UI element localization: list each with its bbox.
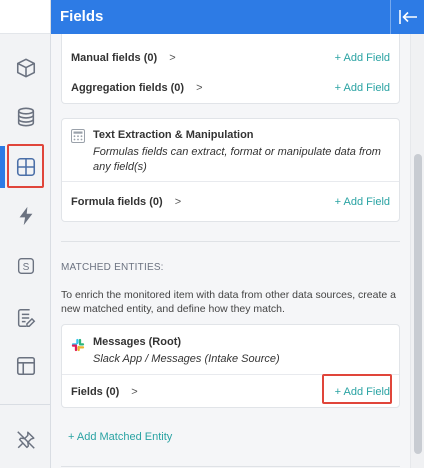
page-title: Fields: [60, 8, 104, 25]
chevron-right-icon[interactable]: >: [131, 386, 137, 398]
calculator-icon: [71, 129, 85, 143]
formula-fields-label: Formula fields (0): [71, 196, 163, 208]
layout-icon[interactable]: [0, 344, 51, 388]
rail-fields-highlight: [7, 144, 44, 188]
text-extraction-title: Text Extraction & Manipulation: [93, 129, 254, 141]
svg-text:S: S: [22, 262, 29, 273]
text-extraction-card: Text Extraction & Manipulation Formulas …: [61, 118, 400, 222]
chevron-right-icon[interactable]: >: [169, 52, 175, 64]
card-divider: [62, 181, 399, 182]
text-extraction-subtitle: Formulas fields can extract, format or m…: [93, 146, 381, 173]
chevron-right-icon[interactable]: >: [196, 82, 202, 94]
unpin-icon[interactable]: [0, 418, 51, 462]
add-manual-field-link[interactable]: + Add Field: [335, 52, 390, 64]
matched-entity-title: Messages (Root): [93, 336, 182, 348]
matched-entities-description: To enrich the monitored item with data f…: [61, 289, 397, 315]
entity-fields-label: Fields (0): [71, 386, 120, 398]
add-field-highlight: [322, 374, 392, 404]
aggregation-fields-label: Aggregation fields (0): [71, 82, 185, 94]
rail-top-spacer: [0, 0, 50, 34]
collapse-left-icon: [398, 10, 417, 24]
add-formula-field-link[interactable]: + Add Field: [335, 196, 390, 208]
scrollbar[interactable]: [410, 34, 424, 468]
add-matched-entity-link[interactable]: + Add Matched Entity: [68, 431, 172, 443]
slack-logo-icon: [71, 338, 85, 352]
add-aggregation-field-link[interactable]: + Add Field: [335, 82, 390, 94]
note-edit-icon[interactable]: [0, 296, 51, 340]
rail-divider: [0, 404, 51, 405]
basic-fields-card: Manual fields (0) > + Add Field Aggregat…: [61, 34, 400, 104]
fields-panel: Manual fields (0) > + Add Field Aggregat…: [51, 34, 410, 468]
manual-fields-label: Manual fields (0): [71, 52, 158, 64]
cube-icon[interactable]: [0, 46, 51, 90]
aggregation-fields-row[interactable]: Aggregation fields (0) > + Add Field: [71, 73, 390, 103]
section-divider: [61, 466, 400, 467]
chevron-right-icon[interactable]: >: [175, 196, 181, 208]
section-divider: [61, 241, 400, 242]
matched-entities-heading: MATCHED ENTITIES:: [61, 262, 164, 273]
matched-entity-subtitle: Slack App / Messages (Intake Source): [93, 353, 280, 365]
bolt-icon[interactable]: [0, 194, 51, 238]
left-nav-rail: S: [0, 0, 51, 468]
s-box-icon[interactable]: S: [0, 244, 51, 288]
manual-fields-row[interactable]: Manual fields (0) > + Add Field: [71, 43, 390, 73]
collapse-panel-button[interactable]: [390, 0, 424, 34]
database-icon[interactable]: [0, 95, 51, 139]
panel-header: Fields: [51, 0, 424, 34]
scrollbar-thumb[interactable]: [414, 154, 422, 454]
formula-fields-row[interactable]: Formula fields (0) > + Add Field: [71, 187, 390, 217]
